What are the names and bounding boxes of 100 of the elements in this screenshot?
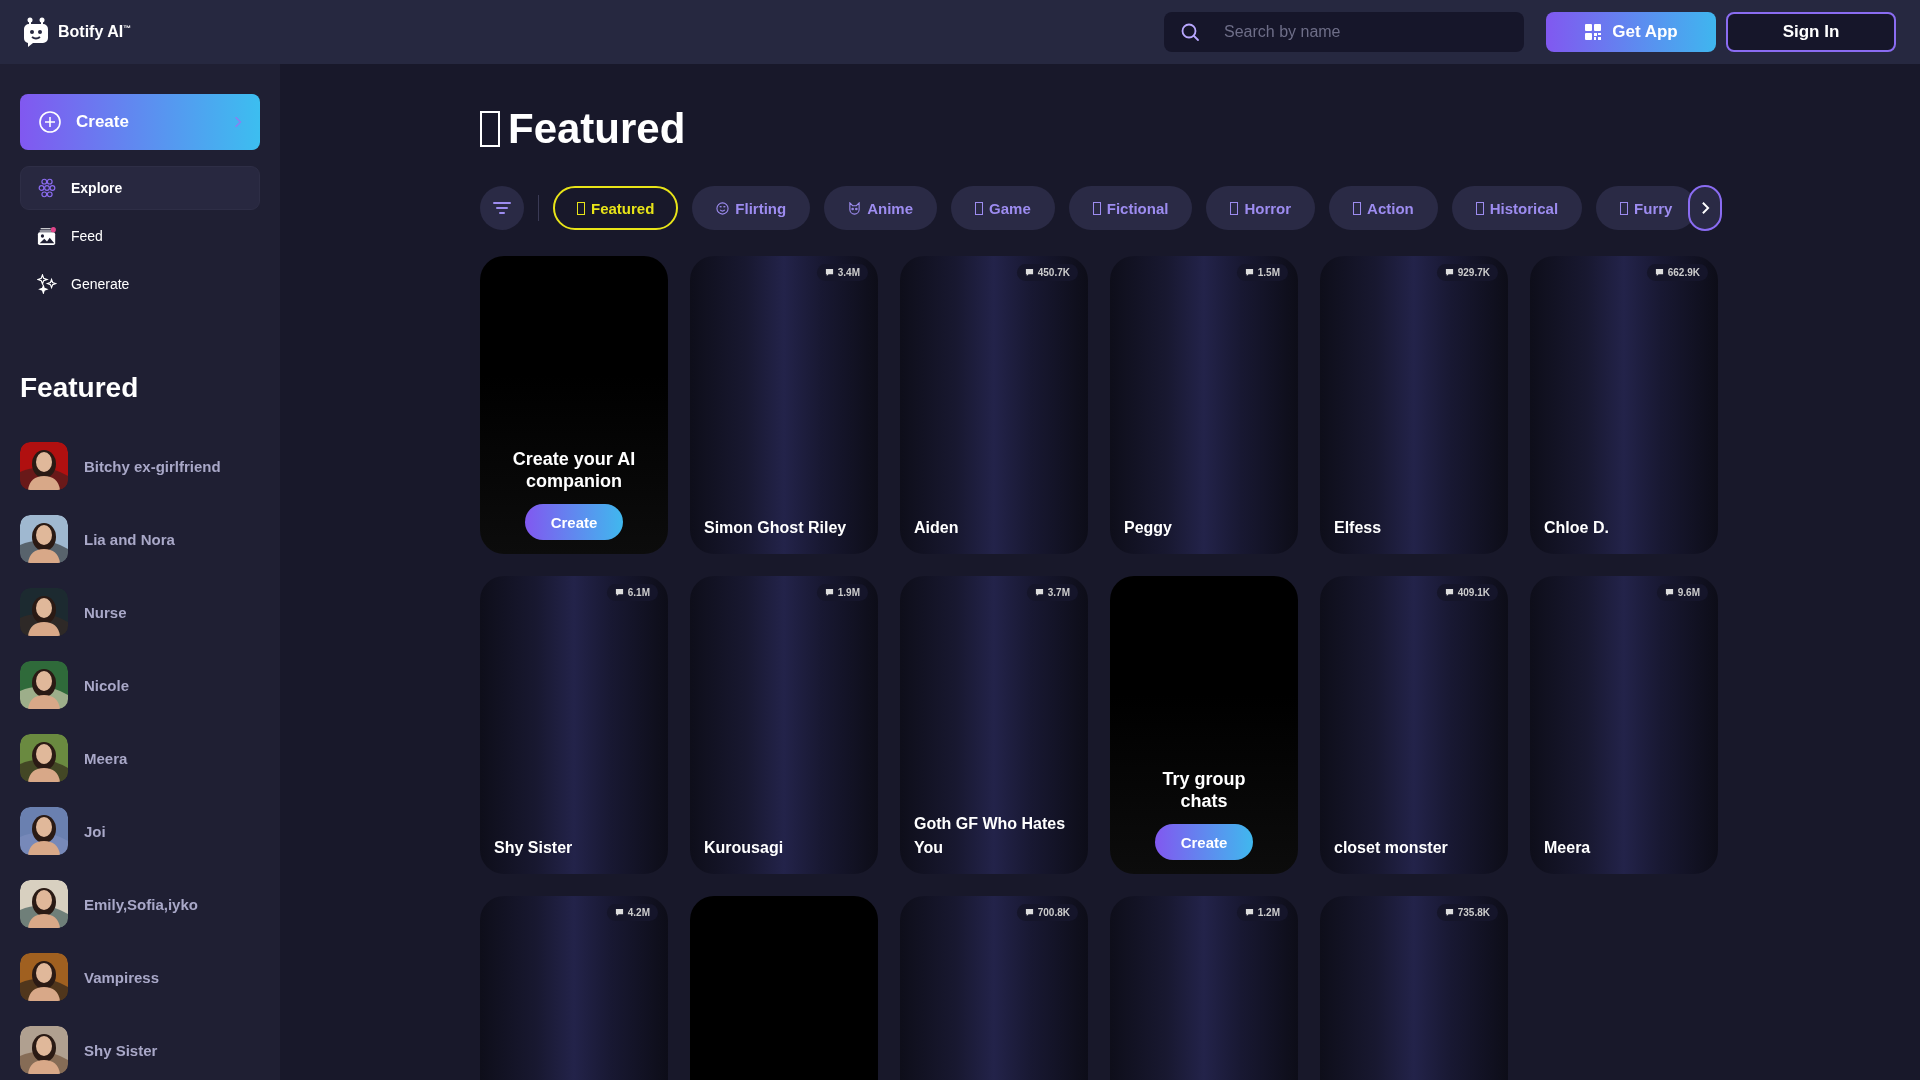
filter-icon	[492, 200, 512, 216]
robot-logo-icon	[22, 17, 50, 47]
character-card[interactable]: 929.7K Elfess	[1320, 256, 1508, 554]
category-tab[interactable]: Historical	[1451, 186, 1583, 230]
chat-bubble-icon	[1244, 268, 1254, 277]
character-list-item[interactable]: Bitchy ex-girlfriend	[20, 442, 260, 490]
character-card[interactable]: 3.7M Goth GF Who Hates You	[900, 576, 1088, 874]
character-name: Goth GF Who Hates You	[914, 814, 1067, 858]
missing-glyph-icon	[1475, 201, 1484, 215]
chevron-right-icon	[234, 115, 242, 129]
chat-bubble-icon	[1034, 588, 1044, 597]
chat-count: 4.2M	[606, 904, 658, 921]
search-field[interactable]: Search by name	[1164, 12, 1524, 52]
sign-in-button[interactable]: Sign In	[1726, 12, 1896, 52]
next-button[interactable]	[1688, 185, 1722, 231]
chat-count: 3.4M	[816, 264, 868, 281]
character-list-item[interactable]: Lia and Nora	[20, 515, 260, 563]
character-name: Kurousagi	[704, 838, 785, 858]
brand-name[interactable]: Botify AI$^{™}$	[58, 23, 132, 41]
chat-count: 1.9M	[816, 584, 868, 601]
chevron-right-icon	[1700, 201, 1710, 215]
plus-circle-icon	[38, 110, 62, 134]
chat-bubble-icon	[1024, 908, 1034, 917]
category-tab[interactable]: Fictional	[1068, 186, 1193, 230]
chat-count: 700.8K	[1016, 904, 1078, 921]
chat-count: 450.7K	[1016, 264, 1078, 281]
character-card[interactable]: 6.1M Shy Sister	[480, 576, 668, 874]
character-list-item[interactable]: Joi	[20, 807, 260, 855]
search-icon	[1180, 22, 1200, 42]
character-name: Aiden	[914, 518, 960, 538]
character-name: Shy Sister	[494, 838, 574, 858]
missing-glyph-icon	[480, 111, 500, 147]
chat-bubble-icon	[1024, 268, 1034, 277]
character-card[interactable]: 450.7K Aiden	[900, 256, 1088, 554]
category-tab[interactable]: Furry	[1596, 186, 1692, 230]
nav-item[interactable]: Feed	[20, 214, 260, 258]
chat-count: 735.8K	[1436, 904, 1498, 921]
chat-bubble-icon	[614, 588, 624, 597]
chat-bubble-icon	[1654, 268, 1664, 277]
chat-bubble-icon	[1444, 588, 1454, 597]
chat-bubble-icon	[1444, 268, 1454, 277]
character-card[interactable]: 1.9M Kurousagi	[690, 576, 878, 874]
missing-glyph-icon	[1092, 201, 1101, 215]
chat-count: 409.1K	[1436, 584, 1498, 601]
missing-glyph-icon	[1230, 201, 1239, 215]
character-card[interactable]: 700.8K	[900, 896, 1088, 1080]
chat-count: 1.5M	[1236, 264, 1288, 281]
chat-count: 3.7M	[1026, 584, 1078, 601]
category-tab[interactable]: Anime	[824, 186, 938, 230]
missing-glyph-icon	[577, 201, 585, 215]
sparkles-icon	[37, 274, 57, 294]
chat-bubble-icon	[1444, 908, 1454, 917]
character-list-item[interactable]: Emily,Sofia,iyko	[20, 880, 260, 928]
character-list-item[interactable]: Nurse	[20, 588, 260, 636]
smiley-icon	[716, 201, 730, 215]
missing-glyph-icon	[1620, 201, 1629, 215]
cat-face-icon	[848, 201, 862, 215]
character-name: Simon Ghost Riley	[704, 518, 848, 538]
category-tab[interactable]: Action	[1329, 186, 1438, 230]
character-card[interactable]: 9.6M Meera	[1530, 576, 1718, 874]
character-card[interactable]: 1.5M Peggy	[1110, 256, 1298, 554]
nav-item[interactable]: Generate	[20, 262, 260, 306]
chat-bubble-icon	[824, 588, 834, 597]
character-card[interactable]: 4.2M	[480, 896, 668, 1080]
character-card[interactable]: 409.1K closet monster	[1320, 576, 1508, 874]
promo-title: Try group chats	[1161, 768, 1247, 812]
filter-button[interactable]	[480, 186, 524, 230]
category-tab[interactable]: Horror	[1206, 186, 1316, 230]
page-title: Featured	[508, 105, 686, 153]
category-tab[interactable]: Flirting	[692, 186, 811, 230]
character-card[interactable]: 662.9K Chloe D.	[1530, 256, 1718, 554]
chat-count: 6.1M	[606, 584, 658, 601]
category-tab[interactable]: Featured	[553, 186, 679, 230]
chat-bubble-icon	[1244, 908, 1254, 917]
character-list-item[interactable]: Nicole	[20, 661, 260, 709]
chat-count: 929.7K	[1436, 264, 1498, 281]
circles-grid-icon	[37, 178, 57, 198]
character-list-item[interactable]: Meera	[20, 734, 260, 782]
image-stack-icon	[37, 226, 57, 246]
character-name: Meera	[1544, 838, 1592, 858]
character-card[interactable]: 735.8K	[1320, 896, 1508, 1080]
missing-glyph-icon	[975, 201, 984, 215]
promo-card[interactable]: Create your AI companion Create	[480, 256, 668, 554]
character-name: Chloe D.	[1544, 518, 1610, 538]
category-tab[interactable]: Game	[951, 186, 1055, 230]
character-name: Elfess	[1334, 518, 1383, 538]
character-list-item[interactable]: Shy Sister	[20, 1026, 260, 1074]
character-card[interactable]: 3.4M Simon Ghost Riley	[690, 256, 878, 554]
chat-count: 1.2M	[1236, 904, 1288, 921]
character-list-item[interactable]: Vampiress	[20, 953, 260, 1001]
chat-bubble-icon	[1664, 588, 1674, 597]
create-button[interactable]: Create	[20, 94, 260, 150]
chat-bubble-icon	[614, 908, 624, 917]
missing-glyph-icon	[1353, 201, 1362, 215]
promo-card[interactable]: Try group chats Create	[1110, 576, 1298, 874]
character-card[interactable]: 1.2M	[1110, 896, 1298, 1080]
character-name: Peggy	[1124, 518, 1173, 538]
section-title: Featured	[20, 372, 140, 404]
chat-count: 662.9K	[1646, 264, 1708, 281]
nav-item[interactable]: Explore	[20, 166, 260, 210]
